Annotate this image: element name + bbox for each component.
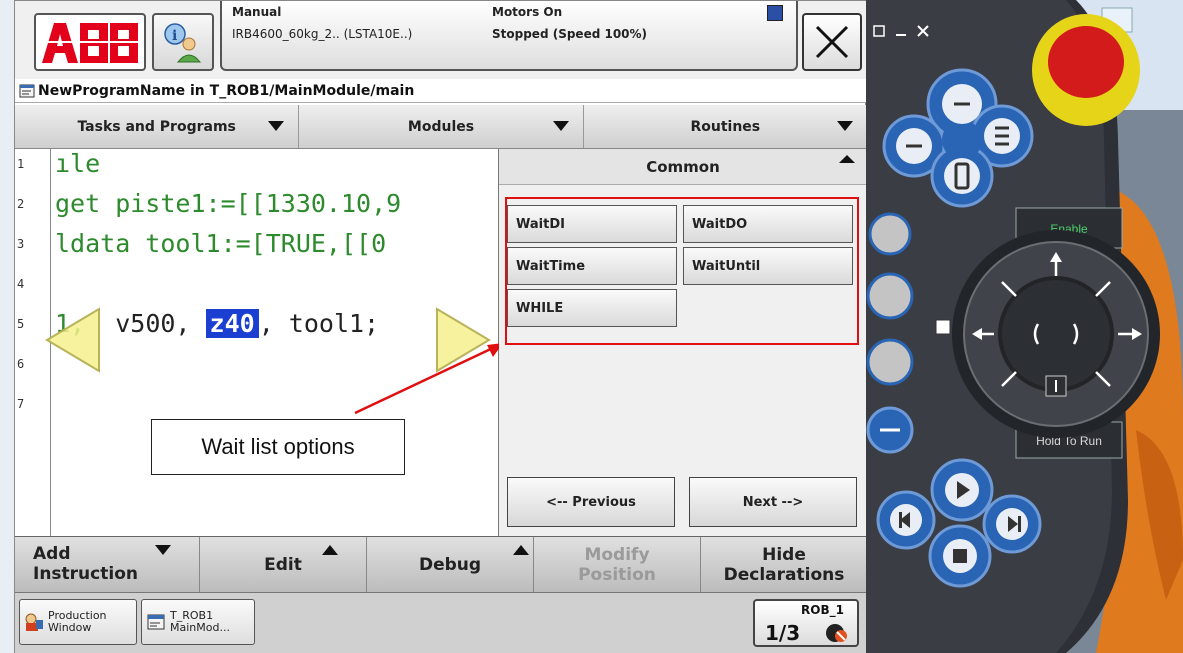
line-number: 3 bbox=[17, 237, 25, 251]
robot-status-icon bbox=[826, 624, 847, 642]
debug-button[interactable]: Debug bbox=[367, 537, 534, 592]
navigation-tabs: Tasks and Programs Modules Routines bbox=[15, 105, 867, 149]
line-number: 2 bbox=[17, 197, 25, 211]
add-instruction-label: Instruction bbox=[33, 563, 138, 584]
pendant-hardware: Enable Hold To Run bbox=[866, 0, 1183, 653]
code-line-move[interactable]: 1, v500, z40, tool1; bbox=[55, 309, 379, 338]
motor-state: Motors On bbox=[492, 5, 563, 19]
code-line[interactable]: ldata tool1:=[TRUE,[[0 bbox=[55, 229, 386, 258]
instruction-panel: Common WaitDI WaitDO WaitTime WaitUntil … bbox=[499, 149, 867, 536]
tab-tasks-label: Tasks and Programs bbox=[77, 118, 236, 135]
operating-mode: Manual bbox=[232, 5, 282, 19]
desktop-background-left bbox=[0, 0, 14, 653]
hide-declarations-label: Declarations bbox=[723, 564, 845, 585]
taskbar-label: Window bbox=[48, 621, 92, 634]
tab-routines[interactable]: Routines bbox=[584, 105, 867, 148]
status-bar[interactable]: Manual IRB4600_60kg_2.. (LSTA10E..) Moto… bbox=[220, 1, 798, 71]
modify-position-label: Position bbox=[578, 564, 656, 585]
command-bar: Add Instruction Edit Debug Modify Positi… bbox=[15, 536, 867, 592]
chevron-down-icon bbox=[836, 121, 853, 131]
instruction-category[interactable]: Common bbox=[499, 149, 867, 185]
code-line[interactable]: get piste1:=[[1330.10,9 bbox=[55, 189, 401, 218]
scroll-left-arrow[interactable] bbox=[43, 307, 103, 373]
chevron-down-icon bbox=[155, 545, 171, 555]
user-info-button[interactable]: i bbox=[152, 13, 214, 71]
taskbar-label: MainMod... bbox=[170, 621, 230, 634]
chevron-up-icon bbox=[839, 155, 855, 163]
chevron-down-icon bbox=[268, 121, 285, 131]
modify-position-button[interactable]: Modify Position bbox=[534, 537, 701, 592]
edit-button[interactable]: Edit bbox=[200, 537, 367, 592]
instruction-category-label: Common bbox=[646, 157, 720, 176]
chevron-up-icon bbox=[513, 545, 529, 555]
program-editor-icon bbox=[147, 614, 165, 630]
waittime-button[interactable]: WaitTime bbox=[507, 247, 677, 285]
flexpendant-screen: i Manual IRB4600_60kg_2.. (LSTA10E..) Mo… bbox=[14, 0, 867, 653]
svg-text:i: i bbox=[172, 28, 177, 44]
taskbar-production-window[interactable]: Production Window bbox=[19, 599, 137, 645]
next-button[interactable]: Next --> bbox=[689, 477, 857, 527]
zone-argument-selected[interactable]: z40 bbox=[205, 309, 259, 338]
speed-argument: v500, bbox=[115, 309, 191, 338]
waitdi-button[interactable]: WaitDI bbox=[507, 205, 677, 243]
add-instruction-button[interactable]: Add Instruction bbox=[15, 537, 200, 592]
add-instruction-label: Add bbox=[33, 543, 71, 564]
line-number: 4 bbox=[17, 277, 25, 291]
while-button[interactable]: WHILE bbox=[507, 289, 677, 327]
program-state: Stopped (Speed 100%) bbox=[492, 27, 648, 41]
screenshot: i Manual IRB4600_60kg_2.. (LSTA10E..) Mo… bbox=[0, 0, 1183, 653]
close-button[interactable] bbox=[802, 13, 862, 71]
edit-label: Edit bbox=[264, 554, 302, 575]
chevron-down-icon bbox=[552, 121, 569, 131]
user-info-icon: i bbox=[164, 23, 202, 63]
close-icon bbox=[815, 25, 849, 59]
robot-name: IRB4600_60kg_2.. (LSTA10E..) bbox=[232, 27, 413, 41]
hide-declarations-label: Hide bbox=[762, 544, 806, 565]
event-log-icon bbox=[767, 5, 783, 21]
modify-position-label: Modify bbox=[584, 544, 650, 565]
taskbar: Production Window T_ROB1 MainMod... ROB_… bbox=[15, 592, 867, 653]
production-window-icon bbox=[25, 613, 43, 631]
tab-modules-label: Modules bbox=[407, 118, 475, 135]
previous-button[interactable]: <-- Previous bbox=[507, 477, 675, 527]
abb-logo bbox=[40, 23, 140, 63]
debug-label: Debug bbox=[418, 554, 482, 575]
line-number: 5 bbox=[17, 317, 25, 331]
chevron-up-icon bbox=[322, 545, 338, 555]
quickset-button[interactable]: ROB_1 1/3 bbox=[753, 599, 859, 647]
window-title-text: NewProgramName in T_ROB1/MainModule/main bbox=[38, 82, 415, 99]
line-number: 7 bbox=[17, 397, 25, 411]
program-editor-icon bbox=[19, 84, 35, 97]
mechanical-unit-label: ROB_1 bbox=[801, 603, 844, 617]
tab-modules[interactable]: Modules bbox=[299, 105, 584, 148]
line-number: 1 bbox=[17, 157, 25, 171]
waitdo-button[interactable]: WaitDO bbox=[683, 205, 853, 243]
taskbar-trob1-mainmodule[interactable]: T_ROB1 MainMod... bbox=[141, 599, 255, 645]
tab-routines-label: Routines bbox=[690, 118, 761, 135]
window-title: NewProgramName in T_ROB1/MainModule/main bbox=[15, 79, 867, 103]
hide-declarations-button[interactable]: Hide Declarations bbox=[701, 537, 867, 592]
tab-tasks-and-programs[interactable]: Tasks and Programs bbox=[15, 105, 300, 148]
speed-fraction: 1/3 bbox=[765, 621, 801, 645]
pendant-hardware-graphic: Enable Hold To Run bbox=[866, 0, 1183, 653]
waituntil-button[interactable]: WaitUntil bbox=[683, 247, 853, 285]
line-number: 6 bbox=[17, 357, 25, 371]
header-bar: i Manual IRB4600_60kg_2.. (LSTA10E..) Mo… bbox=[15, 1, 867, 79]
code-line[interactable]: ıle bbox=[55, 149, 100, 178]
abb-menu-button[interactable] bbox=[34, 13, 146, 71]
annotation-arrow bbox=[354, 343, 503, 415]
